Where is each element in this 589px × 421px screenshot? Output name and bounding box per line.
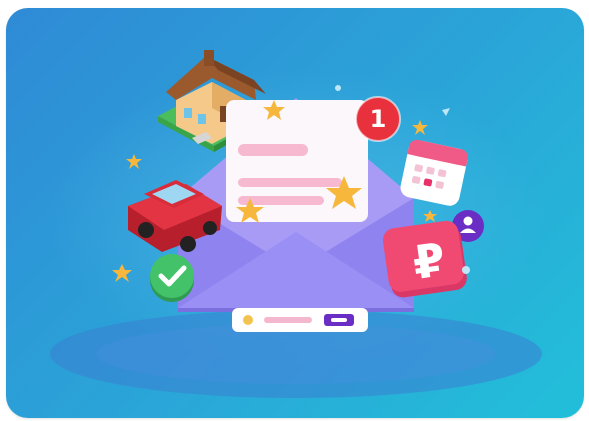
calendar-icon: [400, 139, 468, 206]
sparkle-dot: [335, 85, 341, 91]
illustration-canvas: [50, 50, 542, 398]
notification-pill: [232, 308, 368, 332]
notification-count: 1: [369, 105, 387, 133]
ruble-symbol: ₽: [409, 232, 449, 290]
illustration-card: 1 ₽: [6, 8, 584, 418]
sparkle-triangle: [442, 108, 450, 116]
check-icon: [150, 254, 194, 302]
letter-icon: [226, 100, 368, 222]
